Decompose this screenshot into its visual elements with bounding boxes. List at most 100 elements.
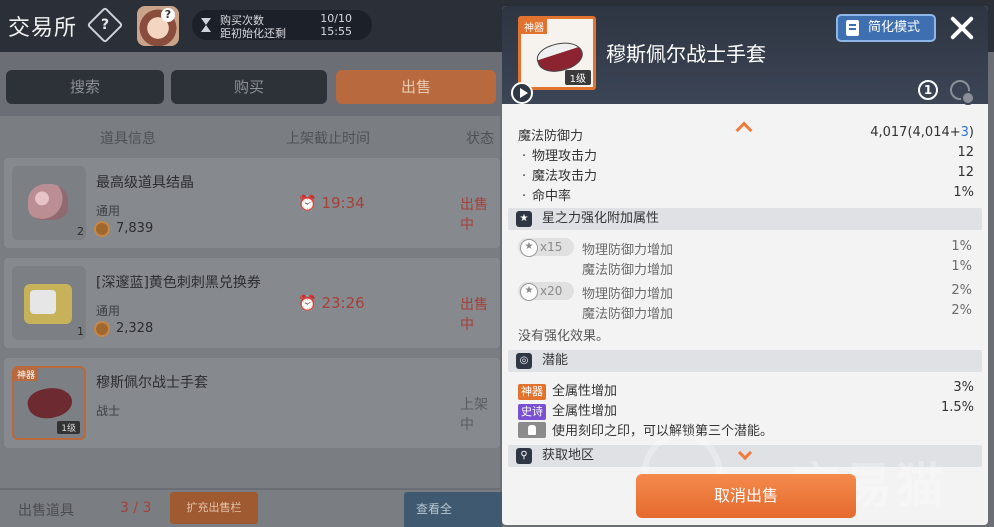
sell-items-label: 出售道具 <box>18 503 74 519</box>
lock-search-icon[interactable] <box>950 80 975 105</box>
help-icon[interactable]: ? <box>86 6 124 44</box>
sub-stat-row: · 魔法攻击力 12 <box>522 165 974 184</box>
purchase-timer: 购买次数 10/10 距初始化还剩 15:55 <box>192 10 372 40</box>
star-tier-badge: x15 <box>518 238 574 257</box>
potential-value: 1.5% <box>940 400 974 415</box>
potential-row: 神器 全属性增加 3% <box>518 380 974 400</box>
section-title: 星之力强化附加属性 <box>542 211 660 226</box>
location-pin-icon: ⚲ <box>516 448 532 464</box>
potential-value: 3% <box>953 380 974 395</box>
column-status: 状态 <box>466 131 494 147</box>
document-icon <box>846 20 859 36</box>
potential-row: 史诗 全属性增加 1.5% <box>518 400 974 420</box>
cancel-sale-button[interactable]: 取消出售 <box>636 474 856 518</box>
play-icon[interactable] <box>511 82 533 104</box>
item-count: 1 <box>77 325 84 338</box>
simple-mode-label: 简化模式 <box>868 20 921 35</box>
stamp-icon <box>518 422 546 438</box>
item-name: [深邃蓝]黄色刺刺黑兑换券 <box>96 275 261 291</box>
item-price: 7,839 <box>116 221 154 236</box>
potential-section-header: ◎ 潜能 <box>508 350 982 372</box>
listing-row[interactable]: 1 [深邃蓝]黄色刺刺黑兑换券 通用 2,328 ⏰ 23:26 出售中 <box>4 258 500 348</box>
column-item-info: 道具信息 <box>100 131 156 147</box>
star-icon: ★ <box>516 211 532 227</box>
section-title: 获取地区 <box>542 448 595 463</box>
item-price: 2,328 <box>116 321 154 336</box>
sell-items-count: 3 / 3 <box>120 500 152 516</box>
star-stat-value: 2% <box>951 303 972 318</box>
sub-stat-row: · 物理攻击力 12 <box>522 145 974 164</box>
section-title: 潜能 <box>542 353 569 368</box>
potential-name: 全属性增加 <box>552 404 618 419</box>
grade-badge: 神器 <box>14 368 39 381</box>
item-status: 出售中 <box>460 197 488 233</box>
grade-tag: 史诗 <box>518 404 546 420</box>
star-stat-name: 魔法防御力增加 <box>582 307 674 322</box>
stat-name: 魔法防御力 <box>518 129 584 144</box>
item-detail-panel: 神器 1级 穆斯佩尔战士手套 简化模式 1 魔法防御力 4,017(4,014+… <box>502 6 988 525</box>
item-class: 战士 <box>96 404 121 418</box>
page-title: 交易所 <box>8 16 78 41</box>
glove-icon <box>24 382 76 424</box>
stat-name: 命中率 <box>532 189 572 204</box>
potential-icon: ◎ <box>516 353 532 369</box>
listing-row[interactable]: 2 最高级道具结晶 通用 7,839 ⏰ 19:34 出售中 <box>4 158 500 248</box>
item-level: 1级 <box>57 421 80 434</box>
hourglass-icon <box>201 18 211 32</box>
listing-row[interactable]: 神器 1级 穆斯佩尔战士手套 战士 上架中 <box>4 358 500 448</box>
item-name: 最高级道具结晶 <box>96 175 194 191</box>
stat-value: 12 <box>957 165 974 180</box>
star-stat-value: 2% <box>951 283 972 298</box>
coin-icon <box>94 321 110 337</box>
starforce-section-header: ★ 星之力强化附加属性 <box>508 208 982 230</box>
expand-slots-button[interactable]: 扩充出售栏 <box>170 492 258 524</box>
close-icon[interactable] <box>946 12 978 44</box>
stat-value: 4,017(4,014+3) <box>870 125 974 140</box>
crystal-icon <box>28 184 68 220</box>
tab-buy[interactable]: 购买 <box>171 70 327 104</box>
star-stat-value: 1% <box>951 239 972 254</box>
item-level: 1级 <box>564 70 591 85</box>
item-status: 出售中 <box>460 297 488 333</box>
item-class: 通用 <box>96 204 121 218</box>
simple-mode-button[interactable]: 简化模式 <box>836 14 936 42</box>
item-name: 穆斯佩尔战士手套 <box>96 375 208 391</box>
tab-search[interactable]: 搜索 <box>6 70 164 104</box>
stat-value: 12 <box>957 145 974 160</box>
view-all-button[interactable]: 查看全 <box>404 492 502 527</box>
stat-name: 魔法攻击力 <box>532 169 598 184</box>
help-glyph: ? <box>100 17 110 33</box>
avatar-help-badge: ? <box>161 8 175 22</box>
grade-badge: 神器 <box>521 19 547 34</box>
item-count: 2 <box>77 225 84 238</box>
tab-sell[interactable]: 出售 <box>336 70 496 104</box>
deadline-time: 19:34 <box>321 194 365 212</box>
potential-name: 全属性增加 <box>552 384 618 399</box>
stat-name: 物理攻击力 <box>532 149 598 164</box>
item-thumbnail: 2 <box>12 166 86 240</box>
compare-number-icon[interactable]: 1 <box>918 80 938 100</box>
star-stat-name: 魔法防御力增加 <box>582 263 674 278</box>
star-stat-value: 1% <box>951 259 972 274</box>
star-stat-name: 物理防御力增加 <box>582 243 674 258</box>
ticket-icon <box>24 284 72 324</box>
item-deadline: ⏰ 19:34 <box>298 194 365 212</box>
detail-item-thumbnail: 神器 1级 <box>518 16 596 90</box>
item-thumbnail: 神器 1级 <box>12 366 86 440</box>
reset-timer-value: 15:55 <box>320 25 352 38</box>
column-deadline: 上架截止时间 <box>286 131 370 147</box>
stat-bonus: 3 <box>960 125 969 140</box>
detail-title: 穆斯佩尔战士手套 <box>606 42 766 66</box>
item-class: 通用 <box>96 304 121 318</box>
sub-stat-row: · 命中率 1% <box>522 185 974 204</box>
no-enhance-text: 没有强化效果。 <box>518 329 610 344</box>
purchase-count-value: 10/10 <box>320 12 352 25</box>
stat-value: 1% <box>953 185 974 200</box>
coin-icon <box>94 221 110 237</box>
deadline-time: 23:26 <box>321 294 365 312</box>
reset-timer-label: 距初始化还剩 <box>220 27 286 40</box>
item-thumbnail: 1 <box>12 266 86 340</box>
item-deadline: ⏰ 23:26 <box>298 294 365 312</box>
item-status: 上架中 <box>460 397 488 433</box>
star-stat-name: 物理防御力增加 <box>582 287 674 302</box>
